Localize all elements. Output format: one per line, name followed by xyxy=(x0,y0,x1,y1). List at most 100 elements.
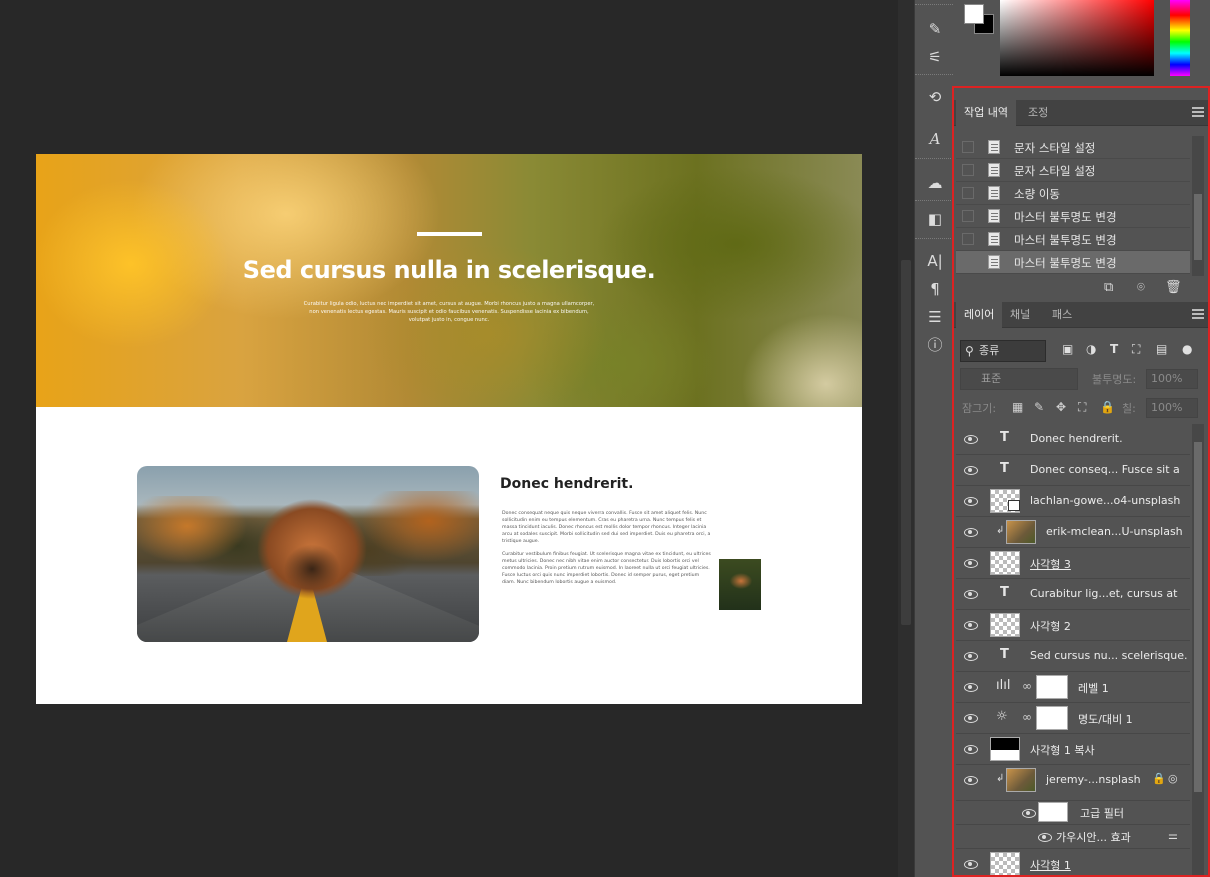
history-item[interactable]: 마스터 불투명도 변경 xyxy=(956,228,1190,251)
tab-paths[interactable]: 패스 xyxy=(1044,302,1080,328)
layer-row[interactable]: ↲ jeremy-...nsplash 🔒 ◎ xyxy=(956,765,1190,801)
lock-image-icon[interactable]: ✎ xyxy=(1034,400,1044,414)
blend-mode-select[interactable]: 표준 xyxy=(960,368,1078,390)
layer-row-filter-item[interactable]: 가우시안... 효과 ⚌ xyxy=(956,825,1190,849)
layers-scrollbar[interactable] xyxy=(1192,424,1204,877)
visibility-eye-icon[interactable] xyxy=(1038,831,1052,842)
document-icon xyxy=(988,163,1000,177)
lock-row: 잠그기: ▦ ✎ ✥ ⛶ 🔒 칠: 100% xyxy=(958,397,1206,419)
visibility-eye-icon[interactable] xyxy=(964,495,978,506)
layer-row[interactable]: 사각형 1 복사 xyxy=(956,734,1190,765)
section-paragraph-2: Curabitur vestibulum finibus feugiat. Ut… xyxy=(502,552,711,585)
adjustments-icon[interactable]: ☰ xyxy=(923,306,947,328)
lock-artboard-icon[interactable]: ⛶ xyxy=(1078,400,1086,415)
visibility-eye-icon[interactable] xyxy=(964,774,978,785)
pixel-filter-icon[interactable]: ▣ xyxy=(1062,342,1073,356)
history-item[interactable]: 문자 스타일 설정 xyxy=(956,136,1190,159)
layer-row[interactable]: T Curabitur lig...et, cursus at xyxy=(956,579,1190,610)
visibility-eye-icon[interactable] xyxy=(964,433,978,444)
history-item[interactable]: 문자 스타일 설정 xyxy=(956,159,1190,182)
layer-row[interactable]: lachlan-gowe...o4-unsplash xyxy=(956,486,1190,517)
canvas-area[interactable]: Sed cursus nulla in scelerisque. Curabit… xyxy=(0,0,898,877)
layer-row[interactable]: ☼ ∞ 명도/대비 1 xyxy=(956,703,1190,734)
new-document-from-state-icon[interactable]: ⧉ xyxy=(1104,280,1113,296)
hero-divider xyxy=(417,232,482,236)
section-title: Donec hendrerit. xyxy=(500,476,634,492)
layer-row[interactable]: T Donec hendrerit. xyxy=(956,424,1190,455)
visibility-eye-icon[interactable] xyxy=(1022,807,1036,818)
visibility-eye-icon[interactable] xyxy=(964,858,978,869)
layer-row-filter[interactable]: 고급 필터 xyxy=(956,801,1190,825)
panel-menu-icon[interactable] xyxy=(1192,309,1204,319)
visibility-eye-icon[interactable] xyxy=(964,681,978,692)
visibility-eye-icon[interactable] xyxy=(964,619,978,630)
smart-object-filter-icon[interactable]: ▤ xyxy=(1156,342,1167,356)
lock-position-icon[interactable]: ✥ xyxy=(1056,400,1066,414)
foreground-color-swatch[interactable] xyxy=(964,4,984,24)
character-icon[interactable]: A| xyxy=(923,250,947,272)
filter-kind-select[interactable]: 종류 xyxy=(960,340,1046,362)
color-picker-field[interactable] xyxy=(1000,0,1154,76)
glyphs-icon[interactable]: A xyxy=(923,128,947,150)
paragraph-icon[interactable]: ¶ xyxy=(923,278,947,300)
visibility-eye-icon[interactable] xyxy=(964,464,978,475)
brush-presets-icon[interactable]: ⚟ xyxy=(923,46,947,68)
properties-icon[interactable]: ◧ xyxy=(923,208,947,230)
document-icon xyxy=(988,140,1000,154)
history-item-selected[interactable]: 마스터 불투명도 변경 xyxy=(956,251,1190,274)
brush-settings-icon[interactable]: ✎ xyxy=(923,18,947,40)
layer-row[interactable]: ↲ erik-mclean...U-unsplash xyxy=(956,517,1190,548)
visibility-eye-icon[interactable] xyxy=(964,650,978,661)
visibility-eye-icon[interactable] xyxy=(964,557,978,568)
opacity-label: 불투명도: xyxy=(1092,373,1137,386)
document-canvas[interactable]: Sed cursus nulla in scelerisque. Curabit… xyxy=(36,154,862,704)
adjustment-filter-icon[interactable]: ◑ xyxy=(1086,342,1096,356)
tab-adjustments[interactable]: 조정 xyxy=(1020,100,1056,126)
layer-row[interactable]: 사각형 1 xyxy=(956,849,1190,877)
info-icon[interactable]: ⓘ xyxy=(923,334,947,356)
filter-toggle-icon[interactable]: ● xyxy=(1182,342,1192,356)
layer-row[interactable]: 사각형 3 xyxy=(956,548,1190,579)
fill-label: 칠: xyxy=(1122,402,1136,415)
shape-thumbnail xyxy=(990,551,1020,575)
fill-field[interactable]: 100% xyxy=(1146,398,1198,418)
visibility-eye-icon[interactable] xyxy=(964,588,978,599)
canvas-scrollbar[interactable] xyxy=(898,0,914,877)
tab-layers[interactable]: 레이어 xyxy=(956,302,1003,328)
libraries-icon[interactable]: ☁ xyxy=(923,172,947,194)
lock-all-icon[interactable]: 🔒 xyxy=(1100,400,1115,414)
layer-row[interactable]: T Sed cursus nu... scelerisque. xyxy=(956,641,1190,672)
levels-icon: ılıl xyxy=(996,678,1011,693)
snapshot-camera-icon[interactable]: ⌾ xyxy=(1137,280,1145,296)
hero-subtitle: Curabitur ligula odio, luctus nec imperd… xyxy=(303,301,595,323)
opacity-field[interactable]: 100% xyxy=(1146,369,1198,389)
text-layer-icon: T xyxy=(1000,585,1009,600)
clone-source-icon[interactable]: ⟲ xyxy=(923,86,947,108)
smart-filter-icon[interactable]: ◎ xyxy=(1168,772,1178,785)
filter-options-icon[interactable]: ⚌ xyxy=(1168,829,1178,842)
trash-icon[interactable]: 🗑 xyxy=(1165,280,1182,296)
lock-transparent-icon[interactable]: ▦ xyxy=(1012,400,1023,414)
document-icon xyxy=(988,209,1000,223)
visibility-eye-icon[interactable] xyxy=(964,712,978,723)
shape-filter-icon[interactable]: ⛶ xyxy=(1132,342,1140,357)
history-item[interactable]: 마스터 불투명도 변경 xyxy=(956,205,1190,228)
visibility-eye-icon[interactable] xyxy=(964,526,978,537)
layer-row[interactable]: T Donec conseq... Fusce sit a xyxy=(956,455,1190,486)
layer-filter-bar: 종류 ▣ ◑ T ⛶ ▤ ● xyxy=(958,340,1206,362)
panel-menu-icon[interactable] xyxy=(1192,107,1204,117)
tab-channels[interactable]: 채널 xyxy=(1002,302,1038,328)
history-item[interactable]: 소량 이동 xyxy=(956,182,1190,205)
hue-slider[interactable] xyxy=(1170,0,1190,76)
type-filter-icon[interactable]: T xyxy=(1110,342,1118,356)
layers-panel-tabs: 레이어 채널 패스 xyxy=(954,302,1210,328)
history-scrollbar[interactable] xyxy=(1192,136,1204,276)
visibility-eye-icon[interactable] xyxy=(964,743,978,754)
section-paragraph-1: Donec consequat neque quis neque viverra… xyxy=(502,511,711,544)
layer-mask-thumbnail xyxy=(1036,675,1068,699)
photoshop-window: Sed cursus nulla in scelerisque. Curabit… xyxy=(0,0,1210,877)
text-layer-icon: T xyxy=(1000,430,1009,445)
tab-history[interactable]: 작업 내역 xyxy=(956,100,1016,126)
layer-row[interactable]: 사각형 2 xyxy=(956,610,1190,641)
layer-row[interactable]: ılıl ∞ 레벨 1 xyxy=(956,672,1190,703)
